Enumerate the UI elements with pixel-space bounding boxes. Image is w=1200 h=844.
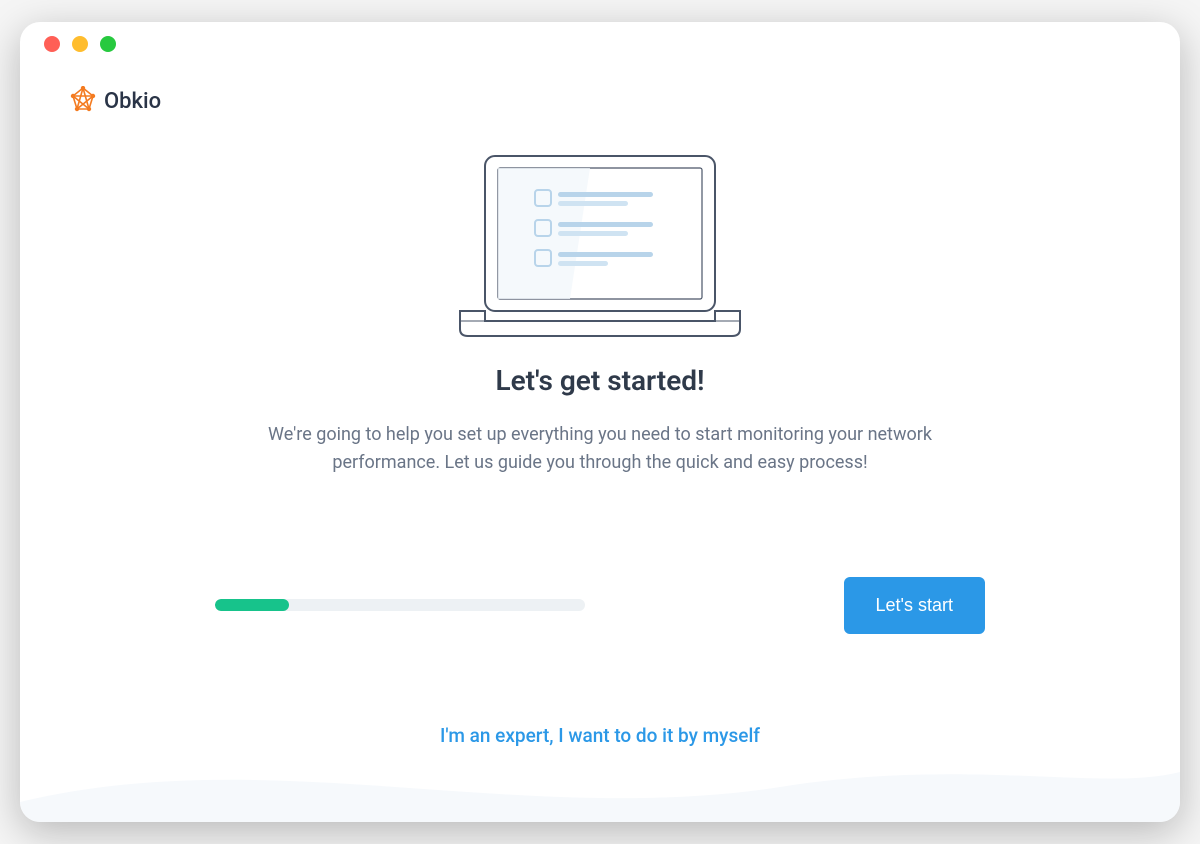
onboarding-headline: Let's get started! bbox=[495, 364, 704, 397]
brand: Obkio bbox=[70, 86, 1140, 116]
onboarding-description: We're going to help you set up everythin… bbox=[230, 421, 970, 477]
onboarding-progress bbox=[215, 599, 585, 611]
progress-fill bbox=[215, 599, 289, 611]
window-maximize-button[interactable] bbox=[100, 36, 116, 52]
onboarding-hero: Let's get started! We're going to help y… bbox=[60, 146, 1140, 477]
action-row: Let's start bbox=[215, 577, 985, 634]
laptop-illustration-icon bbox=[440, 146, 760, 346]
content-area: Obkio bbox=[20, 66, 1180, 822]
logo-icon bbox=[70, 86, 96, 116]
start-button[interactable]: Let's start bbox=[844, 577, 985, 634]
window-close-button[interactable] bbox=[44, 36, 60, 52]
app-window: Obkio bbox=[20, 22, 1180, 822]
window-minimize-button[interactable] bbox=[72, 36, 88, 52]
mouse-cursor-icon bbox=[720, 800, 732, 820]
expert-skip-link[interactable]: I'm an expert, I want to do it by myself bbox=[60, 724, 1140, 747]
brand-name: Obkio bbox=[104, 89, 161, 114]
window-titlebar bbox=[20, 22, 1180, 66]
